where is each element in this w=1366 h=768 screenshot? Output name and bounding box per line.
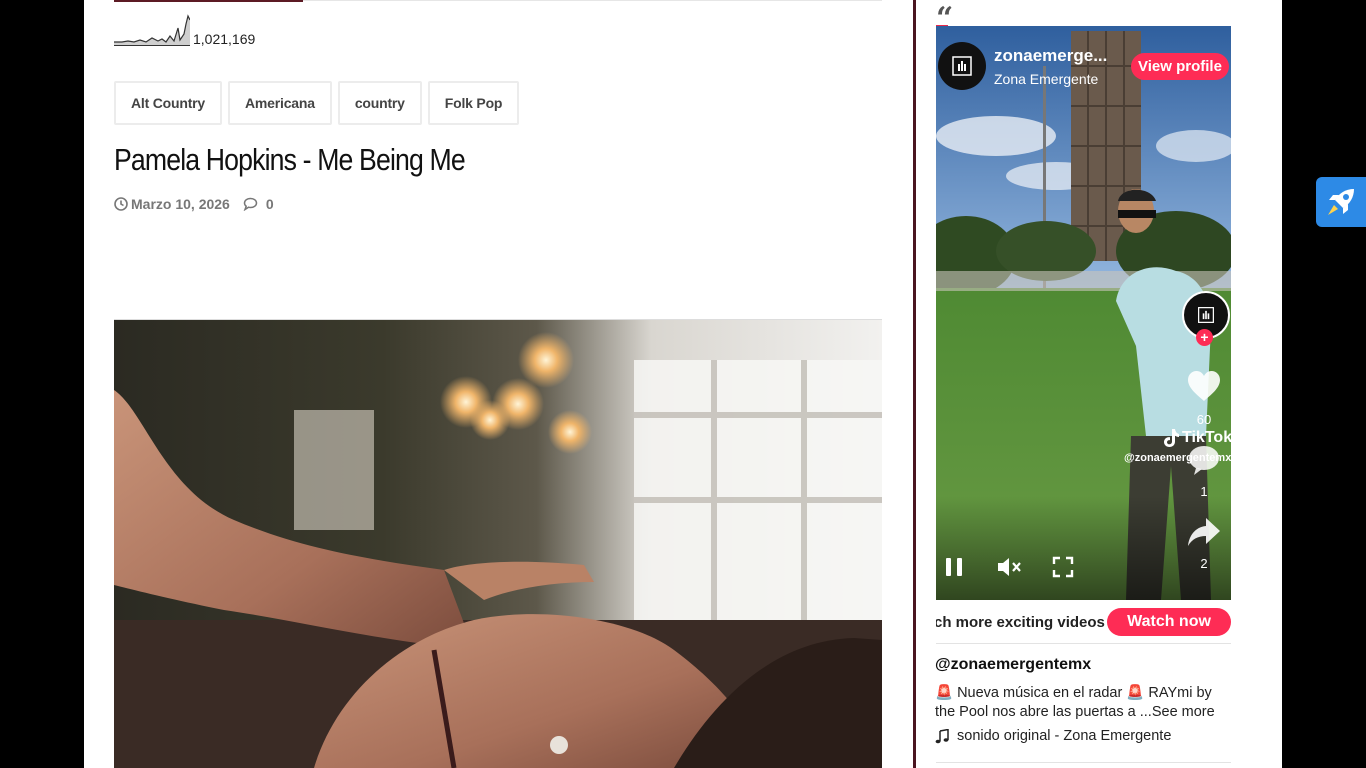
tiktok-sound[interactable]: sonido original - Zona Emergente — [935, 728, 1171, 744]
tag-country[interactable]: country — [337, 81, 422, 125]
rocket-button[interactable] — [1316, 177, 1366, 227]
like-count: 60 — [1196, 412, 1212, 427]
music-note-icon — [935, 728, 949, 743]
tiktok-watermark: TikTok — [1162, 428, 1231, 448]
zona-emergente-logo-icon — [1198, 307, 1214, 323]
mute-button[interactable] — [996, 556, 1022, 578]
pause-icon — [946, 558, 962, 576]
tiktok-marquee: ch more exciting videos — [936, 614, 1106, 631]
tiktok-logo-icon — [1164, 429, 1179, 447]
tiktok-avatar[interactable] — [938, 42, 986, 90]
post-meta: Marzo 10, 2026 0 — [114, 196, 274, 212]
tiktok-account-name[interactable]: zonaemerge... — [994, 46, 1107, 66]
share-icon[interactable] — [1186, 516, 1222, 548]
tiktok-cta-row: ch more exciting videos Watch now — [936, 606, 1231, 638]
heart-icon[interactable] — [1186, 369, 1222, 403]
tiktok-sound-text: sonido original - Zona Emergente — [957, 728, 1172, 744]
tiktok-separator-bottom — [936, 762, 1231, 763]
see-more-link[interactable]: See more — [1152, 704, 1215, 720]
tiktok-embed[interactable]: zonaemerge... Zona Emergente View profil… — [936, 26, 1231, 600]
top-accent-bar — [114, 0, 303, 2]
tiktok-caption: 🚨 Nueva música en el radar 🚨 RAYmi by th… — [935, 684, 1235, 722]
post-title[interactable]: Pamela Hopkins - Me Being Me — [114, 142, 466, 178]
tag-list: Alt Country Americana country Folk Pop — [114, 81, 520, 125]
rocket-icon — [1328, 189, 1354, 215]
share-count: 2 — [1200, 556, 1208, 571]
views-counter: 1,021,169 — [114, 14, 256, 47]
tiktok-handle[interactable]: @zonaemergentemx — [935, 656, 1091, 674]
featured-image[interactable] — [114, 320, 882, 768]
tag-folk-pop[interactable]: Folk Pop — [427, 81, 520, 125]
video-controls — [944, 556, 1074, 578]
follow-plus-button[interactable]: + — [1196, 329, 1213, 346]
post-date[interactable]: Marzo 10, 2026 — [131, 196, 230, 212]
tiktok-watermark-text: TikTok — [1182, 429, 1231, 446]
fullscreen-icon — [1052, 556, 1074, 578]
tag-americana[interactable]: Americana — [228, 81, 332, 125]
tag-alt-country[interactable]: Alt Country — [114, 81, 223, 125]
watch-now-button[interactable]: Watch now — [1107, 608, 1231, 636]
fullscreen-button[interactable] — [1052, 556, 1074, 578]
page: 1,021,169 Alt Country Americana country … — [84, 0, 1282, 768]
sidebar-divider — [913, 0, 916, 768]
views-count: 1,021,169 — [193, 31, 256, 47]
mute-icon — [998, 558, 1021, 576]
tiktok-display-name: Zona Emergente — [994, 71, 1099, 87]
zona-emergente-logo-icon — [952, 56, 972, 76]
tiktok-separator — [936, 643, 1231, 644]
view-profile-button[interactable]: View profile — [1131, 53, 1229, 80]
post-comment-count[interactable]: 0 — [266, 196, 274, 212]
pause-button[interactable] — [944, 556, 964, 578]
comment-icon — [243, 197, 258, 211]
clock-icon — [114, 197, 128, 211]
sparkline-chart — [114, 14, 190, 46]
comment-count: 1 — [1200, 484, 1208, 499]
tiktok-marquee-text: ch more exciting videos — [936, 614, 1105, 631]
tiktok-watermark-handle: @zonaemergentemx — [1124, 452, 1231, 464]
